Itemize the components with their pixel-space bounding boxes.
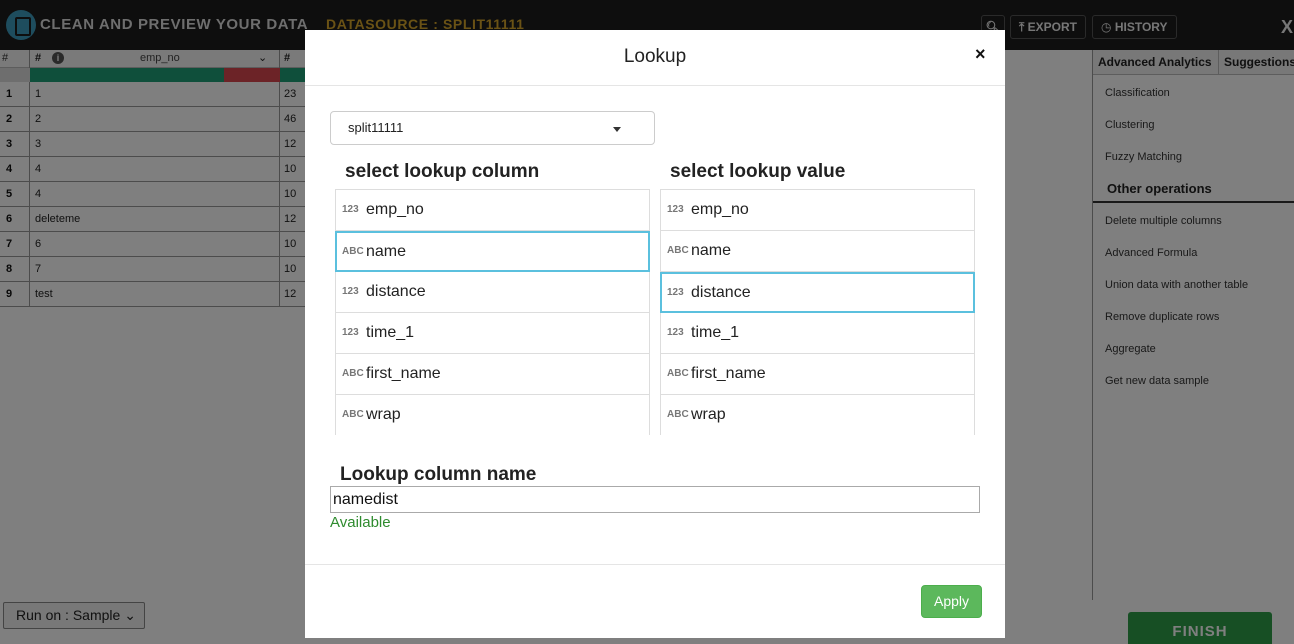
text-type-icon: ABC [667,245,689,256]
numeric-type-icon: 123 [667,204,684,215]
list-item-label: wrap [691,406,726,423]
modal-title: Lookup [623,46,687,67]
availability-status: Available [330,514,391,531]
lookup-value-heading: select lookup value [670,161,846,182]
list-item-label: emp_no [691,201,749,218]
list-item-label: first_name [691,365,766,382]
text-type-icon: ABC [667,409,689,420]
lookup-column-name-input[interactable] [330,486,980,513]
list-item-label: distance [366,283,426,300]
list-item[interactable]: 123 emp_no [660,190,975,231]
list-item[interactable]: 123 time_1 [335,313,650,354]
numeric-type-icon: 123 [342,204,359,215]
list-item[interactable]: ABC wrap [660,395,975,435]
text-type-icon: ABC [667,368,689,379]
lookup-column-heading: select lookup column [345,161,540,182]
list-item[interactable]: ABC first_name [335,354,650,395]
list-item-label: name [366,243,407,260]
apply-button[interactable]: Apply [921,585,982,618]
list-item[interactable]: ABC wrap [335,395,650,435]
list-item[interactable]: ABC name [660,231,975,272]
numeric-type-icon: 123 [342,327,359,338]
lookup-column-list[interactable]: 123 emp_no ABC name 123 distance 123 time_1 ABC f… [335,189,650,435]
list-item[interactable]: ABC first_name [660,354,975,395]
list-item-label: first_name [366,365,441,382]
list-item-label: distance [691,284,751,301]
list-item-label: name [691,242,732,259]
list-item-label: time_1 [691,324,740,341]
list-item-label: emp_no [366,201,424,218]
list-item[interactable]: ABC name [335,231,650,272]
list-item[interactable]: 123 time_1 [660,313,975,354]
close-icon[interactable]: × [975,44,986,65]
datasource-select-value: split11111 [348,120,404,135]
text-type-icon: ABC [342,368,364,379]
lookup-column-name-heading: Lookup column name [340,464,537,485]
list-item[interactable]: 123 emp_no [335,190,650,231]
modal-header: Lookup × [305,30,1005,86]
text-type-icon: ABC [342,246,364,257]
lookup-modal: Lookup × split11111 select lookup column… [305,30,1005,638]
list-item-label: time_1 [366,324,415,341]
numeric-type-icon: 123 [342,286,359,297]
list-item-label: wrap [366,406,401,423]
datasource-select[interactable]: split11111 [330,111,655,145]
lookup-value-list[interactable]: 123 emp_no ABC name 123 distance 123 time_1 ABC f… [660,189,975,435]
list-item[interactable]: 123 distance [660,272,975,313]
caret-down-icon [613,127,621,132]
list-item[interactable]: 123 distance [335,272,650,313]
modal-footer: Apply [305,564,1005,638]
numeric-type-icon: 123 [667,287,684,298]
numeric-type-icon: 123 [667,327,684,338]
text-type-icon: ABC [342,409,364,420]
